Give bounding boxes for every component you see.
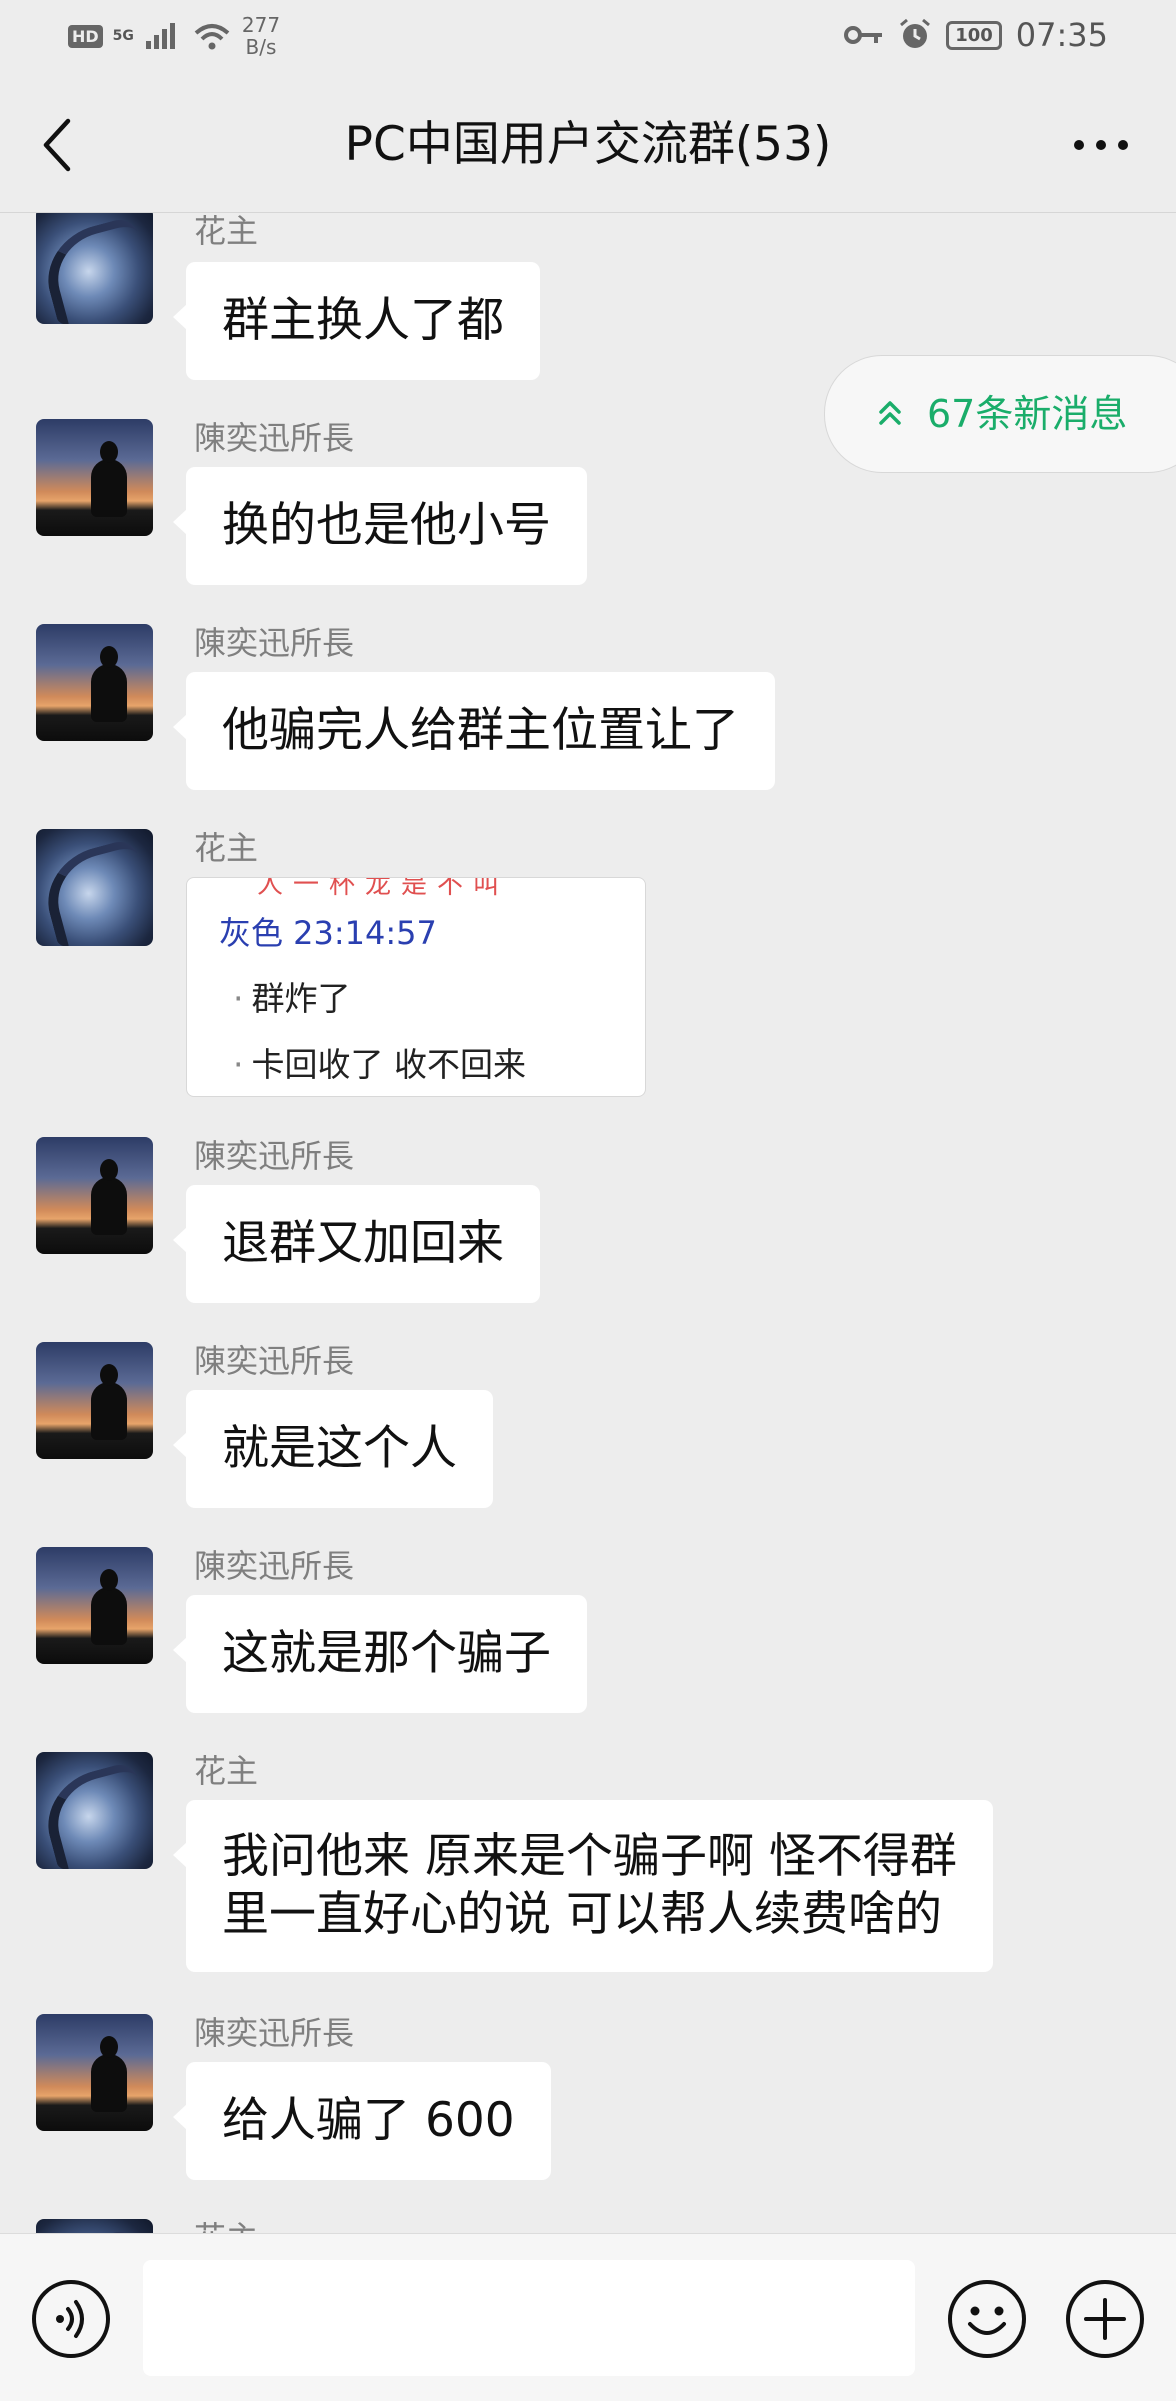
hd-badge: HD <box>68 24 103 48</box>
chat-header: PC中国用户交流群(53) <box>0 74 1176 213</box>
sender-name: 花主 <box>194 2218 258 2233</box>
emoji-icon <box>948 2280 1026 2358</box>
voice-button[interactable] <box>30 2278 112 2360</box>
avatar[interactable] <box>36 829 153 946</box>
plus-circle-icon <box>1066 2280 1144 2358</box>
signal-icon <box>145 23 175 49</box>
message-line: 里一直好心的说 可以帮人续费啥的 <box>222 1887 942 1942</box>
image-list-item: · 群炸了 <box>233 979 351 1018</box>
key-icon <box>844 26 883 44</box>
new-messages-label: 67条新消息 <box>927 392 1128 436</box>
avatar[interactable] <box>36 1752 153 1869</box>
avatar[interactable] <box>36 1547 153 1664</box>
status-right: 100 07:35 <box>844 16 1108 54</box>
message-bubble[interactable]: 退群又加回来 <box>173 1185 540 1303</box>
sender-name: 陳奕迅所長 <box>194 419 355 457</box>
status-bar: HD 5G 277 B/s 100 07:35 <box>0 0 1176 74</box>
chat-title: PC中国用户交流群(53) <box>344 117 832 172</box>
message-bubble[interactable]: 群主换人了都 <box>173 262 540 380</box>
message-bubble[interactable]: 这就是那个骗子 <box>173 1595 587 1713</box>
sender-name: 花主 <box>194 213 259 250</box>
net-speed-unit: B/s <box>245 35 277 59</box>
clock: 07:35 <box>1015 16 1108 54</box>
sender-name: 陳奕迅所長 <box>194 1342 355 1380</box>
avatar[interactable] <box>36 213 153 324</box>
message-bubble[interactable]: 他骗完人给群主位置让了 <box>173 672 775 790</box>
avatar[interactable] <box>36 2014 153 2131</box>
sender-name: 陳奕迅所長 <box>194 1137 355 1175</box>
image-header-text: 灰色 23:14:57 <box>219 914 437 952</box>
voice-icon <box>32 2280 110 2358</box>
wifi-icon <box>194 24 230 50</box>
double-chevron-up-icon <box>879 401 901 425</box>
network-type: 5G <box>112 28 134 44</box>
sender-name: 花主 <box>194 1752 259 1790</box>
battery-indicator: 100 <box>946 20 1002 50</box>
avatar[interactable] <box>36 624 153 741</box>
avatar[interactable] <box>36 2219 153 2233</box>
image-list-item-text: 卡回收了 收不回来 <box>251 1045 527 1084</box>
net-speed-value: 277 <box>241 13 281 37</box>
image-message[interactable]: 人一杯龙是不叫 灰色 23:14:57 · 群炸了 · 卡回收了 收不回来 <box>186 877 646 1097</box>
more-button[interactable] <box>1066 110 1136 180</box>
sender-name: 陳奕迅所長 <box>194 1547 355 1585</box>
more-dots-icon <box>1074 140 1128 150</box>
more-functions-button[interactable] <box>1064 2278 1146 2360</box>
image-list-item: · 卡回收了 收不回来 <box>233 1045 527 1084</box>
sender-name: 花主 <box>194 829 259 867</box>
message-bubble[interactable]: 换的也是他小号 <box>173 467 587 585</box>
alarm-icon <box>900 18 931 48</box>
status-left: HD 5G 277 B/s <box>68 14 280 58</box>
sender-name: 陳奕迅所長 <box>194 624 355 662</box>
message-bubble[interactable]: 就是这个人 <box>173 1390 493 1508</box>
image-list-item-text: 群炸了 <box>251 979 351 1018</box>
avatar[interactable] <box>36 1342 153 1459</box>
message-input[interactable] <box>143 2260 915 2376</box>
message-bubble[interactable]: 我问他来 原来是个骗子啊 怪不得群 里一直好心的说 可以帮人续费啥的 <box>173 1800 993 1972</box>
sender-name: 陳奕迅所長 <box>194 2014 355 2052</box>
message-list[interactable]: 花主 群主换人了都 陳奕迅所長 换的也是他小号 陳奕迅所長 他骗完人给群主位置让… <box>0 213 1176 2233</box>
image-cropped-text: 人一杯龙是不叫 <box>257 877 510 900</box>
avatar[interactable] <box>36 1137 153 1254</box>
emoji-button[interactable] <box>946 2278 1028 2360</box>
new-messages-button[interactable]: 67条新消息 <box>824 355 1176 473</box>
input-bar <box>0 2233 1176 2401</box>
net-speed: 277 B/s <box>242 14 280 58</box>
avatar[interactable] <box>36 419 153 536</box>
message-line: 我问他来 原来是个骗子啊 怪不得群 <box>222 1829 957 1884</box>
message-bubble[interactable]: 给人骗了 600 <box>173 2062 551 2180</box>
